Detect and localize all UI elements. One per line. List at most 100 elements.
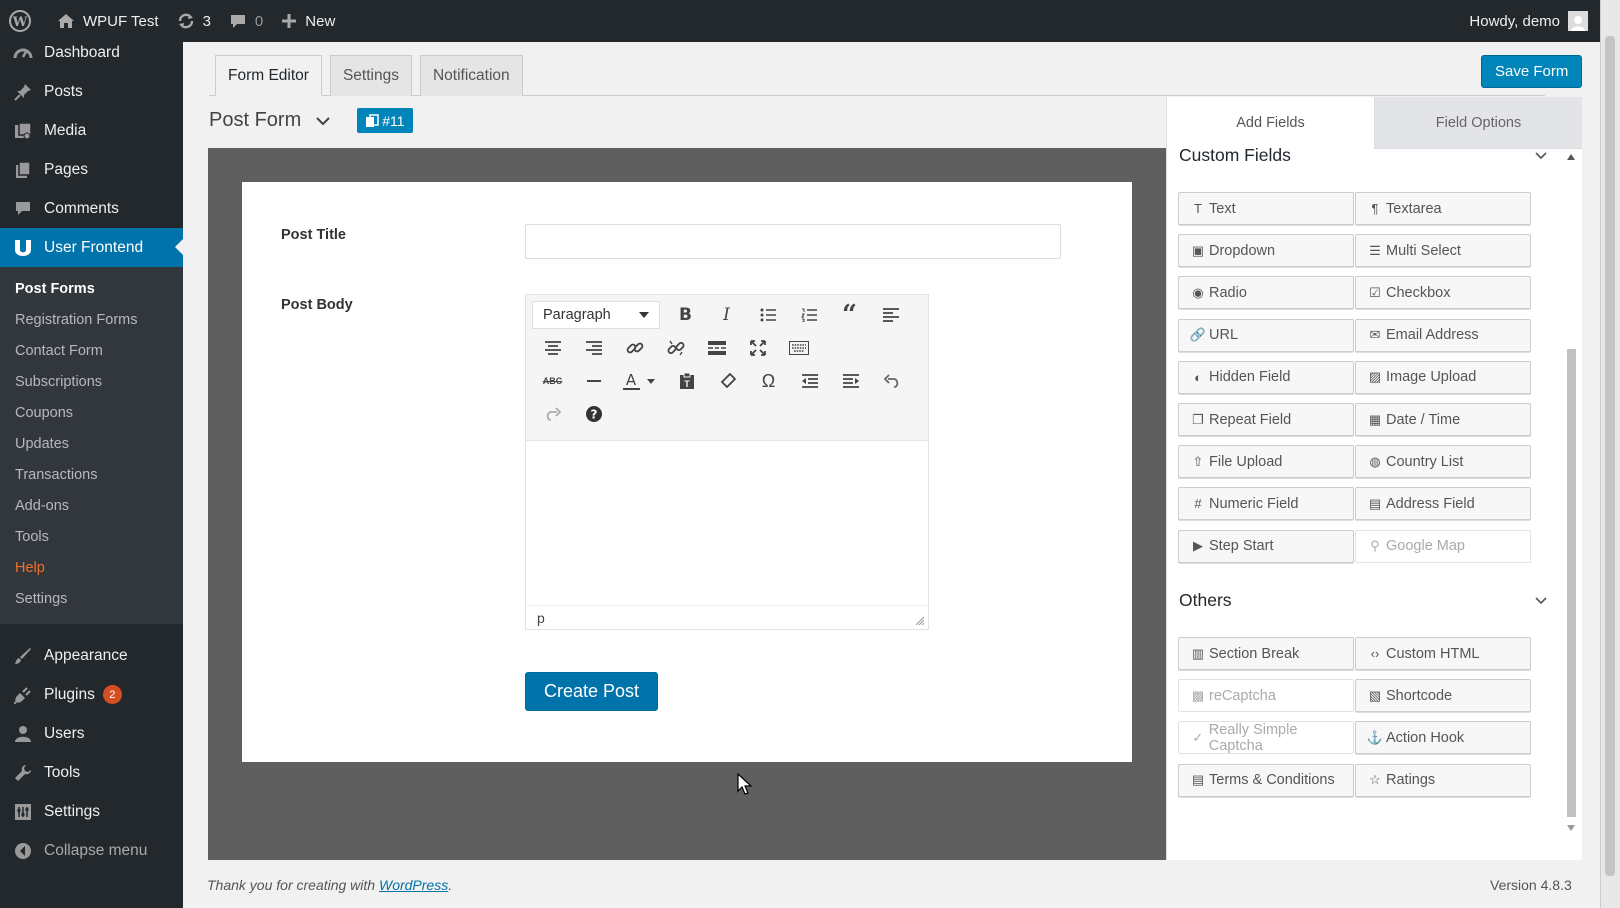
field-button-action-hook[interactable]: ⚓ Action Hook xyxy=(1355,721,1531,755)
field-button-multi-select[interactable]: ☰ Multi Select xyxy=(1355,234,1531,268)
keyboard-icon[interactable] xyxy=(778,333,819,363)
collapse-menu-button[interactable]: Collapse menu xyxy=(0,831,183,870)
scroll-up-arrow-icon[interactable] xyxy=(1566,153,1576,161)
italic-icon[interactable]: I xyxy=(706,300,747,330)
custom-fields-header[interactable]: Custom Fields xyxy=(1179,145,1547,166)
submenu-post-forms[interactable]: Post Forms xyxy=(0,273,183,304)
panel-scrollbar-thumb[interactable] xyxy=(1567,349,1576,817)
new-content-link[interactable]: New xyxy=(272,0,344,42)
field-button-hidden-field[interactable]: ◐ Hidden Field xyxy=(1178,360,1354,394)
submenu-updates[interactable]: Updates xyxy=(0,428,183,459)
field-button-image-upload[interactable]: ▨ Image Upload xyxy=(1355,360,1531,394)
align-center-icon[interactable] xyxy=(532,333,573,363)
field-button-radio[interactable]: ◉ Radio xyxy=(1178,276,1354,310)
field-button-step-start[interactable]: ▶ Step Start xyxy=(1178,529,1354,563)
submenu-transactions[interactable]: Transactions xyxy=(0,459,183,490)
create-post-button[interactable]: Create Post xyxy=(525,672,659,711)
field-button-dropdown[interactable]: ▣ Dropdown xyxy=(1178,234,1354,268)
wordpress-logo[interactable]: W xyxy=(0,0,48,42)
tab-settings[interactable]: Settings xyxy=(329,55,412,96)
field-button-google-map[interactable]: ⚲ Google Map xyxy=(1355,529,1531,563)
field-button-custom-html[interactable]: ‹› Custom HTML xyxy=(1355,637,1531,670)
menu-media[interactable]: Media xyxy=(0,111,183,150)
site-name-link[interactable]: WPUF Test xyxy=(48,0,168,42)
submenu-contact-form[interactable]: Contact Form xyxy=(0,335,183,366)
menu-users[interactable]: Users xyxy=(0,714,183,753)
others-header[interactable]: Others xyxy=(1179,590,1547,611)
field-button-shortcode[interactable]: ▧ Shortcode xyxy=(1355,679,1531,713)
align-left-icon[interactable] xyxy=(870,300,911,330)
strikethrough-icon[interactable]: ABC xyxy=(532,366,573,396)
form-title-switcher[interactable]: Post Form #11 xyxy=(209,108,413,133)
horizontal-line-icon[interactable] xyxy=(573,366,614,396)
save-form-button[interactable]: Save Form xyxy=(1481,55,1583,88)
editor-element-path[interactable]: p xyxy=(537,610,545,626)
blockquote-icon[interactable]: “ xyxy=(829,300,870,330)
my-account[interactable]: Howdy, demo xyxy=(1469,11,1600,31)
field-button-terms-conditions[interactable]: ▤ Terms & Conditions xyxy=(1178,763,1354,797)
tab-form-editor[interactable]: Form Editor xyxy=(215,55,322,96)
paste-text-icon[interactable]: T xyxy=(666,366,707,396)
read-more-icon[interactable] xyxy=(696,333,737,363)
submenu-coupons[interactable]: Coupons xyxy=(0,397,183,428)
fullscreen-icon[interactable] xyxy=(737,333,778,363)
field-button-url[interactable]: 🔗 URL xyxy=(1178,318,1354,352)
submenu-tools[interactable]: Tools xyxy=(0,521,183,552)
field-button-text[interactable]: T Text xyxy=(1178,192,1354,225)
menu-settings[interactable]: Settings xyxy=(0,792,183,831)
link-icon[interactable] xyxy=(614,333,655,363)
window-scrollbar-thumb[interactable] xyxy=(1605,36,1615,876)
window-scrollbar[interactable] xyxy=(1600,0,1620,908)
resize-handle-icon[interactable] xyxy=(914,615,924,625)
menu-posts[interactable]: Posts xyxy=(0,72,183,111)
field-button-ratings[interactable]: ☆ Ratings xyxy=(1355,763,1531,797)
tab-notification[interactable]: Notification xyxy=(419,55,523,96)
menu-pages[interactable]: Pages xyxy=(0,150,183,189)
text-color-icon[interactable]: A xyxy=(614,366,666,396)
field-button-section-break[interactable]: ▥ Section Break xyxy=(1178,637,1354,670)
field-button-textarea[interactable]: ¶ Textarea xyxy=(1355,192,1531,225)
editor-body[interactable] xyxy=(526,441,928,607)
redo-icon[interactable] xyxy=(532,399,573,429)
menu-user-frontend[interactable]: User Frontend xyxy=(0,228,183,267)
updates-link[interactable]: 3 xyxy=(168,0,220,42)
scroll-down-arrow-icon[interactable] xyxy=(1566,824,1576,832)
field-button-country-list[interactable]: ◍ Country List xyxy=(1355,445,1531,479)
submenu-subscriptions[interactable]: Subscriptions xyxy=(0,366,183,397)
bold-icon[interactable]: B xyxy=(665,300,706,330)
help-icon[interactable]: ? xyxy=(573,399,614,429)
unlink-icon[interactable] xyxy=(655,333,696,363)
menu-comments[interactable]: Comments xyxy=(0,189,183,228)
outdent-icon[interactable] xyxy=(789,366,830,396)
special-character-icon[interactable]: Ω xyxy=(748,366,789,396)
field-button-repeat-field[interactable]: ❐ Repeat Field xyxy=(1178,403,1354,436)
form-id-badge[interactable]: #11 xyxy=(357,108,413,133)
eraser-icon[interactable] xyxy=(707,366,748,396)
numbered-list-icon[interactable] xyxy=(788,300,829,330)
tab-add-fields[interactable]: Add Fields xyxy=(1167,97,1374,149)
submenu-settings[interactable]: Settings xyxy=(0,583,183,614)
field-button-really-simple-captcha[interactable]: ✓ Really Simple Captcha xyxy=(1178,721,1354,755)
wordpress-link[interactable]: WordPress xyxy=(379,877,448,893)
field-button-recaptcha[interactable]: ▩ reCaptcha xyxy=(1178,679,1354,713)
undo-icon[interactable] xyxy=(871,366,912,396)
format-select[interactable]: Paragraph xyxy=(532,301,660,329)
menu-dashboard[interactable]: Dashboard xyxy=(0,42,183,64)
align-right-icon[interactable] xyxy=(573,333,614,363)
indent-icon[interactable] xyxy=(830,366,871,396)
field-button-email-address[interactable]: ✉ Email Address xyxy=(1355,318,1531,352)
field-button-file-upload[interactable]: ⇧ File Upload xyxy=(1178,445,1354,479)
submenu-registration-forms[interactable]: Registration Forms xyxy=(0,304,183,335)
tab-field-options[interactable]: Field Options xyxy=(1374,97,1582,149)
panel-scrollbar[interactable] xyxy=(1564,149,1578,839)
field-button-address-field[interactable]: ▤ Address Field xyxy=(1355,487,1531,521)
menu-appearance[interactable]: Appearance xyxy=(0,636,183,675)
comments-link[interactable]: 0 xyxy=(220,0,272,42)
field-button-date-time[interactable]: ▦ Date / Time xyxy=(1355,403,1531,436)
submenu-add-ons[interactable]: Add-ons xyxy=(0,490,183,521)
submenu-help[interactable]: Help xyxy=(0,552,183,583)
post-title-input[interactable] xyxy=(525,224,1061,259)
bulleted-list-icon[interactable] xyxy=(747,300,788,330)
field-button-numeric-field[interactable]: # Numeric Field xyxy=(1178,487,1354,521)
menu-tools[interactable]: Tools xyxy=(0,753,183,792)
